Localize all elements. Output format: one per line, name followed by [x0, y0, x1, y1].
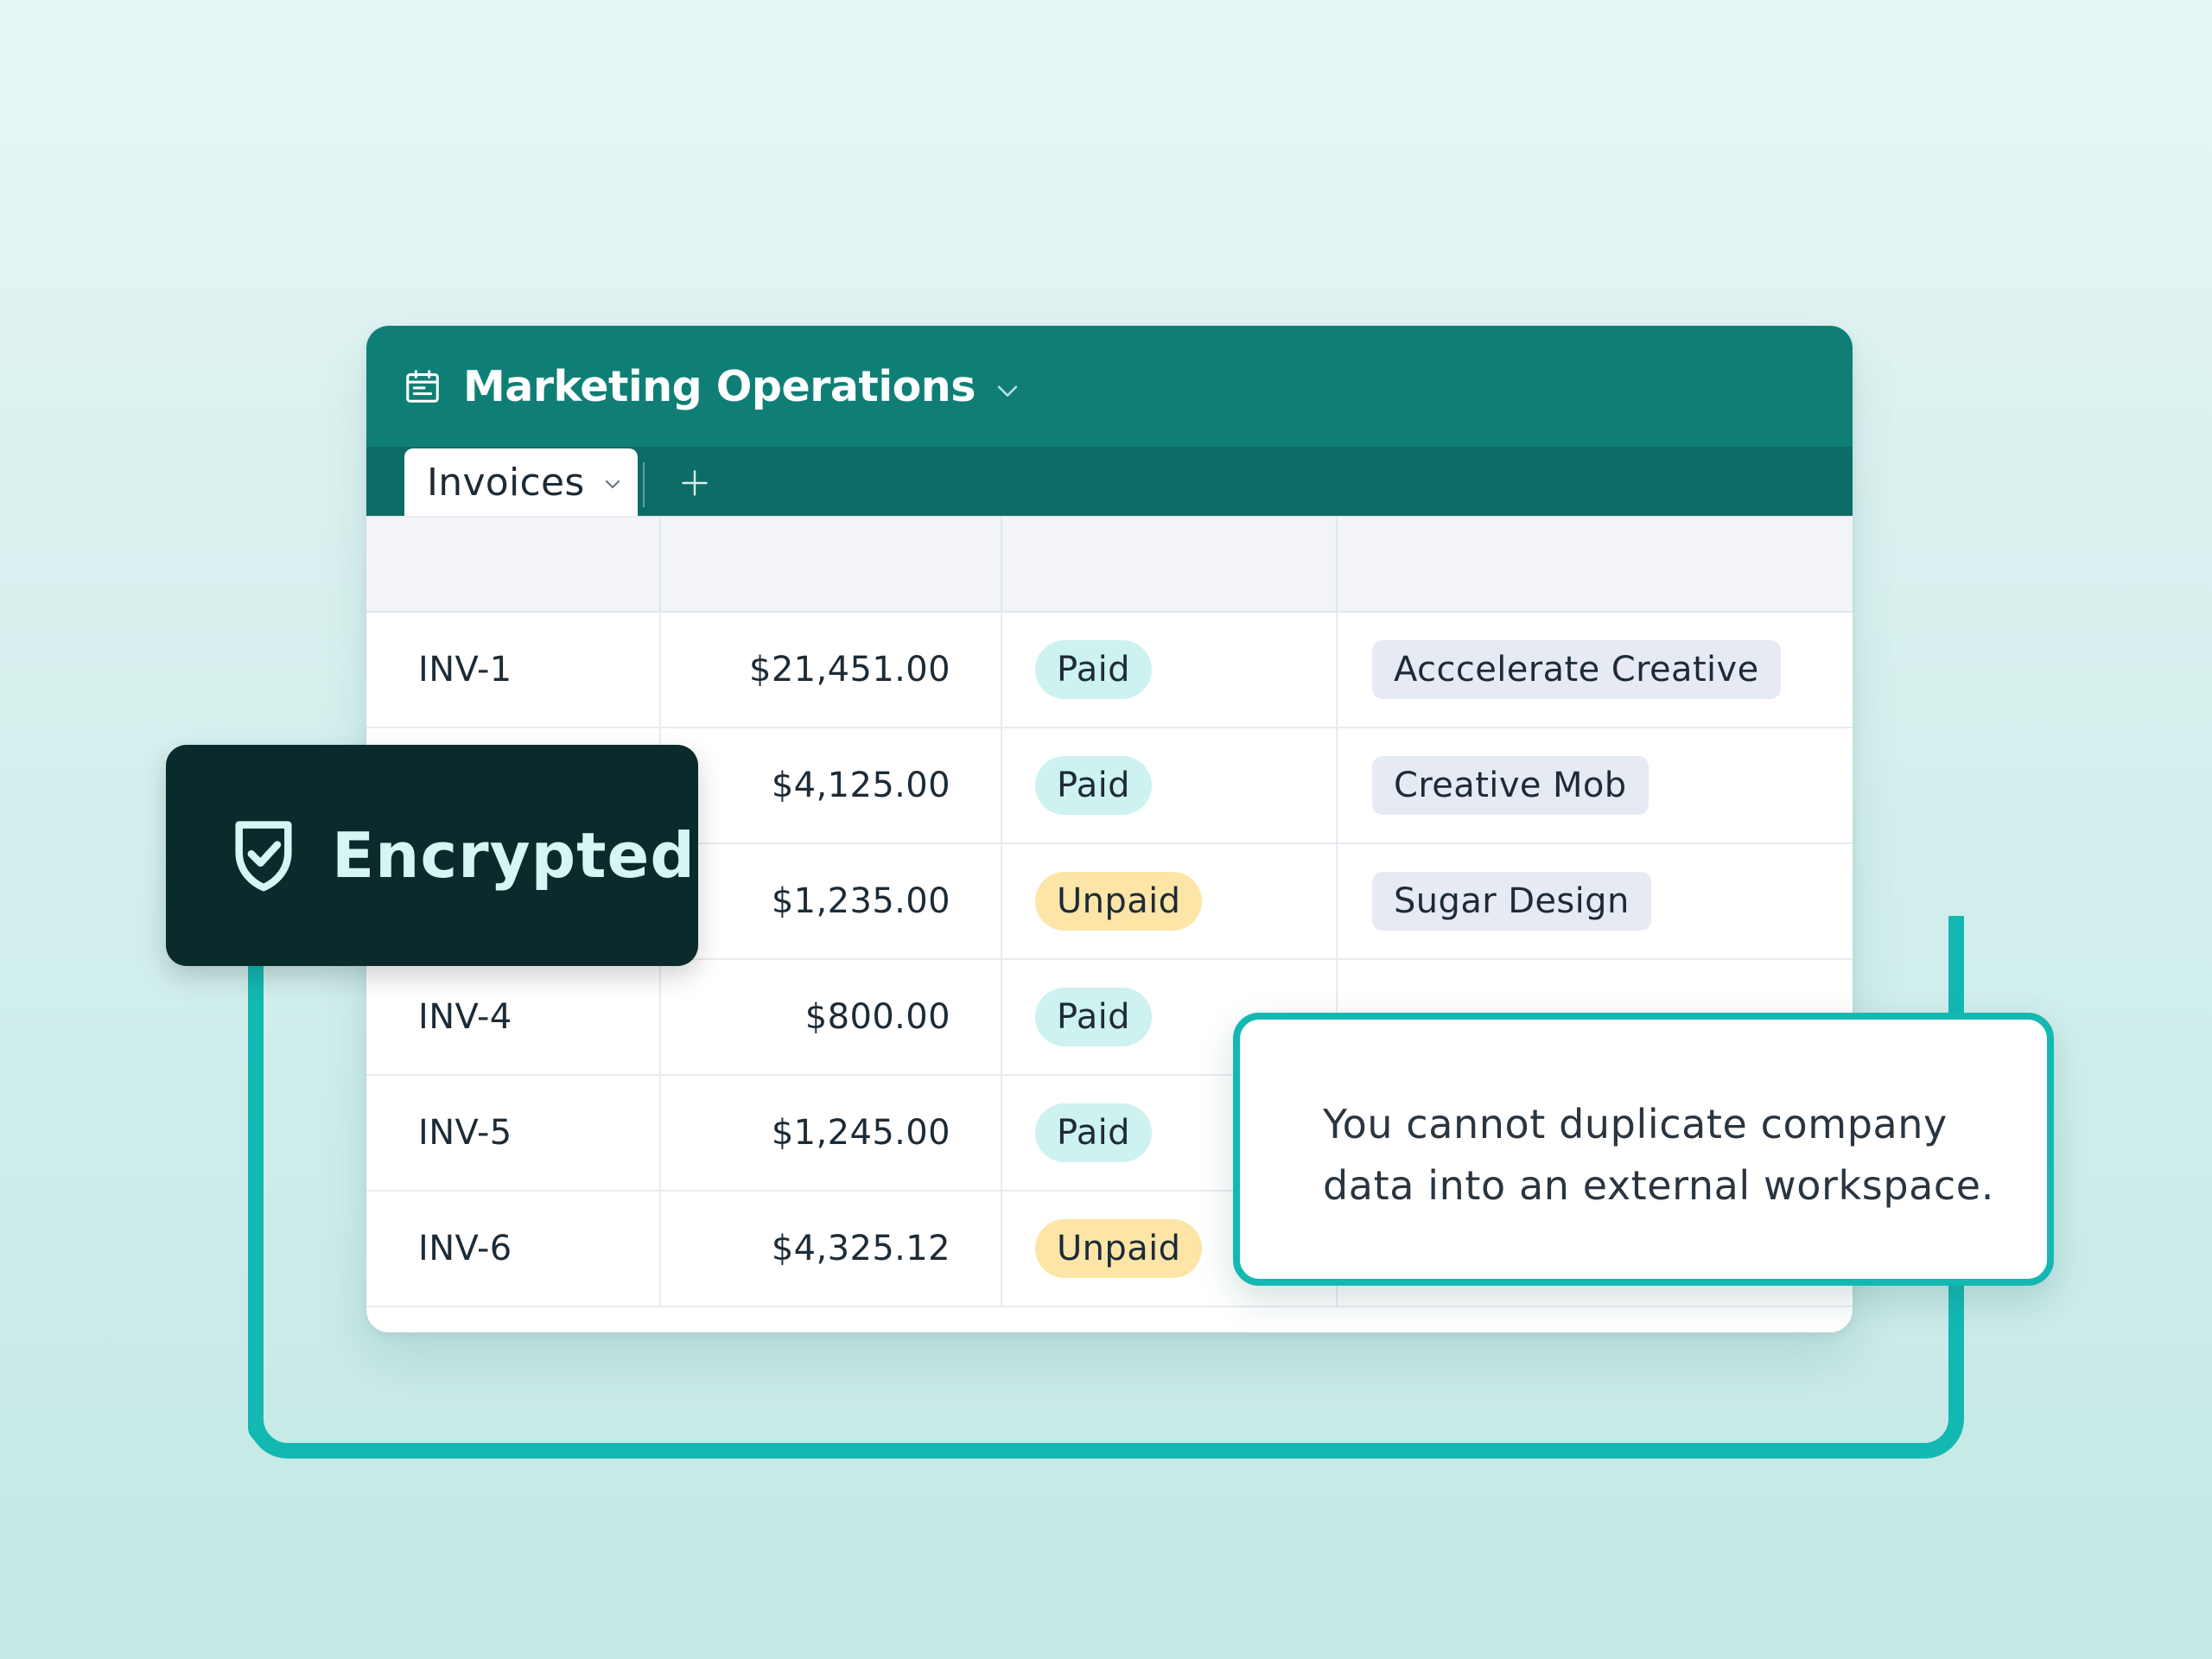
warning-message-line-1: You cannot duplicate company [1323, 1101, 1948, 1147]
amount-cell[interactable]: $21,451.00 [660, 612, 1002, 728]
client-tag: Creative Mob [1372, 756, 1649, 815]
status-badge: Paid [1035, 756, 1152, 815]
column-header[interactable] [1001, 516, 1338, 613]
tab-label: Invoices [427, 460, 585, 505]
amount-cell[interactable]: $1,245.00 [660, 1075, 1002, 1192]
status-badge: Paid [1035, 640, 1152, 699]
chevron-down-icon[interactable] [993, 376, 1022, 405]
client-cell[interactable]: Sugar Design [1337, 843, 1853, 960]
calendar-icon [406, 370, 439, 403]
amount-cell[interactable]: $4,125.00 [660, 728, 1002, 844]
tab-invoices[interactable]: Invoices [404, 448, 638, 516]
amount-cell[interactable]: $4,325.12 [660, 1191, 1002, 1307]
client-cell[interactable]: Creative Mob [1337, 728, 1853, 844]
column-header[interactable] [660, 516, 1002, 613]
encrypted-badge: Encrypted [166, 745, 698, 966]
column-header[interactable] [366, 516, 661, 613]
status-cell[interactable]: Paid [1001, 612, 1338, 728]
status-badge: Paid [1035, 988, 1152, 1046]
warning-message-line-2: data into an external workspace. [1323, 1162, 1994, 1209]
tab-bar: Invoices [366, 447, 1853, 516]
workspace-title[interactable]: Marketing Operations [463, 362, 976, 411]
tab-divider [643, 462, 645, 507]
invoice-id-cell[interactable]: INV-6 [366, 1191, 661, 1307]
client-tag: Sugar Design [1372, 872, 1651, 931]
status-badge: Paid [1035, 1103, 1152, 1162]
table-row[interactable]: INV-1 $21,451.00 Paid Acccelerate Creati… [366, 612, 1853, 728]
warning-tooltip: You cannot duplicate company data into a… [1233, 1013, 2054, 1286]
client-tag: Acccelerate Creative [1372, 640, 1781, 699]
status-badge: Unpaid [1035, 872, 1203, 931]
column-header[interactable] [1337, 516, 1853, 613]
plus-icon [682, 470, 708, 496]
invoice-id-cell[interactable]: INV-5 [366, 1075, 661, 1192]
workspace-header: Marketing Operations [366, 326, 1853, 447]
status-cell[interactable]: Paid [1001, 728, 1338, 844]
status-badge: Unpaid [1035, 1219, 1203, 1278]
amount-cell[interactable]: $1,235.00 [660, 843, 1002, 960]
invoice-id-cell[interactable]: INV-1 [366, 612, 661, 728]
shield-check-icon [235, 821, 292, 892]
encrypted-label: Encrypted [332, 819, 696, 892]
amount-cell[interactable]: $800.00 [660, 959, 1002, 1076]
table-header-row [366, 516, 1853, 613]
invoice-id-cell[interactable]: INV-4 [366, 959, 661, 1076]
chevron-down-icon[interactable] [602, 474, 623, 494]
status-cell[interactable]: Unpaid [1001, 843, 1338, 960]
client-cell[interactable]: Acccelerate Creative [1337, 612, 1853, 728]
add-tab-button[interactable] [671, 459, 719, 507]
